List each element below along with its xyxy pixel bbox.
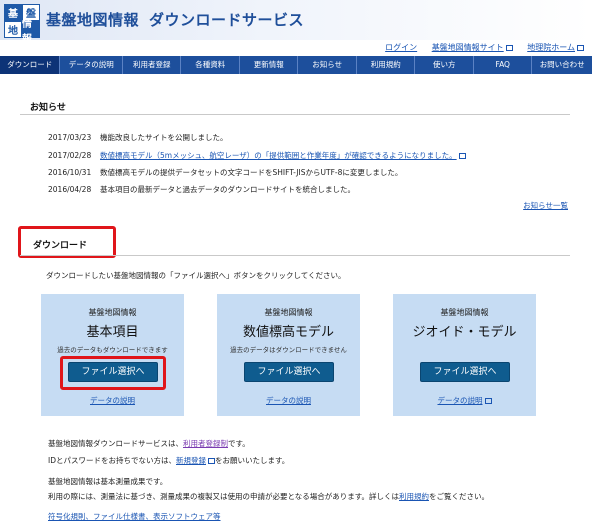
footer-text: をご覧ください。 [429,492,489,501]
external-link-icon [505,44,513,51]
download-heading: ダウンロード [33,241,88,251]
nav-notices[interactable]: お知らせ [298,56,357,74]
news-divider [20,114,570,115]
site-title-main: 基盤地図情報 [46,11,140,29]
card-basic-items: 基盤地図情報 基本項目 過去のデータもダウンロードできます ファイル選択へ デー… [41,294,184,416]
data-description-link[interactable]: データの説明 [41,395,184,406]
external-link-icon [577,44,584,51]
header-links: ログイン 基盤地図情報サイト 地理院ホーム [373,42,584,53]
news-date: 2016/04/28 [48,185,92,194]
external-link-icon [208,458,215,464]
card-name: 数値標高モデル [242,325,334,340]
news-item: 2017/03/23 機能改良したサイトを公開しました。 [48,132,228,143]
news-text: 基本項目の最新データと過去データのダウンロードサイトを統合しました。 [100,185,355,194]
nav-contact[interactable]: お問い合わせ [532,56,591,74]
news-text: 機能改良したサイトを公開しました。 [100,133,228,142]
external-link-icon [458,153,466,159]
news-item: 2016/04/28 基本項目の最新データと過去データのダウンロードサイトを統合し… [48,184,355,195]
kiban-site-link-label: 基盤地図情報サイト [431,43,504,52]
news-list-link[interactable]: お知らせ一覧 [523,200,568,211]
card-name: 基本項目 [86,325,139,340]
kiban-site-link[interactable]: 基盤地図情報サイト [432,43,513,52]
logo-char: 地 [4,21,22,38]
news-item: 2017/02/28 数値標高モデル（5mメッシュ、航空レーザ）の「提供範囲と作業… [48,150,466,161]
footer-text: IDとパスワードをお持ちでない方は、 [48,456,176,465]
card-note: 過去のデータはダウンロードできません [230,346,347,354]
nav-download[interactable]: ダウンロード [0,56,61,74]
terms-link[interactable]: 利用規約 [399,492,429,501]
download-divider [20,255,570,256]
nav-documents[interactable]: 各種資料 [181,56,240,74]
nav-user-registration[interactable]: 利用者登録 [123,56,182,74]
data-description-link[interactable]: データの説明 [217,395,360,406]
user-registration-link[interactable]: 利用者登録制 [183,439,228,448]
logo-char: 情報 [22,19,40,45]
file-select-button[interactable]: ファイル選択へ [420,362,510,382]
data-description-link[interactable]: データの説明 [393,395,536,406]
login-link[interactable]: ログイン [385,43,417,52]
site-title: 基盤地図情報 ダウンロードサービス [46,9,304,30]
nav-data-description[interactable]: データの説明 [60,56,123,74]
card-system: 基盤地図情報 [440,308,489,317]
footer-line-terms: 利用の際には、測量法に基づき、測量成果の複製又は使用の申請が必要となる場合があり… [48,491,489,502]
site-header: 基 盤 地 情報 基盤地図情報 ダウンロードサービス [0,0,592,45]
specification-link[interactable]: 符号化規則、ファイル仕様書、表示ソフトウェア等 [48,511,221,522]
news-item: 2016/10/31 数値標高モデルの提供データセットの文字コードをSHIFT-J… [48,167,402,178]
footer-text: です。 [228,439,250,448]
data-description-link-label: データの説明 [266,396,311,405]
site-logo[interactable]: 基 盤 地 情報 [4,4,40,45]
footer-text: 基盤地図情報ダウンロードサービスは、 [48,439,183,448]
news-heading: お知らせ [30,103,66,113]
footer-text: をお願いいたします。 [215,456,290,465]
nav-updates[interactable]: 更新情報 [240,56,299,74]
data-description-link-label: データの説明 [437,396,483,405]
card-note: 過去のデータもダウンロードできます [57,346,168,354]
card-system: 基盤地図情報 [264,308,313,317]
news-date: 2017/02/28 [48,151,92,160]
footer-line-registration: 基盤地図情報ダウンロードサービスは、利用者登録制です。 [48,438,250,449]
new-registration-link[interactable]: 新規登録 [176,456,206,465]
gsi-home-link[interactable]: 地理院ホーム [527,43,584,52]
news-link[interactable]: 数値標高モデル（5mメッシュ、航空レーザ）の「提供範囲と作業年度」が確認できるよ… [100,151,457,160]
nav-terms[interactable]: 利用規約 [357,56,416,74]
news-date: 2017/03/23 [48,133,92,142]
logo-char: 基 [4,4,22,21]
card-dem: 基盤地図情報 数値標高モデル 過去のデータはダウンロードできません ファイル選択… [217,294,360,416]
card-system: 基盤地図情報 [88,308,137,317]
site-title-sub: ダウンロードサービス [149,11,305,29]
download-intro: ダウンロードしたい基盤地図情報の「ファイル選択へ」ボタンをクリックしてください。 [46,271,346,280]
file-select-highlight [60,356,166,390]
main-nav: ダウンロード データの説明 利用者登録 各種資料 更新情報 お知らせ 利用規約 … [0,56,592,74]
file-select-button[interactable]: ファイル選択へ [244,362,334,382]
footer-text: 基盤地図情報は基本測量成果です。 [48,477,168,486]
news-date: 2016/10/31 [48,168,92,177]
footer-text: 利用の際には、測量法に基づき、測量成果の複製又は使用の申請が必要となる場合があり… [48,492,399,501]
external-link-icon [484,398,492,404]
footer-line-survey: 基盤地図情報は基本測量成果です。 [48,476,167,487]
data-description-link-label: データの説明 [90,396,135,405]
news-text: 数値標高モデルの提供データセットの文字コードをSHIFT-JISからUTF-8に… [100,168,403,177]
card-name: ジオイド・モデル [412,325,517,340]
footer-line-signup: IDとパスワードをお持ちでない方は、新規登録 をお願いいたします。 [48,455,289,466]
nav-faq[interactable]: FAQ [474,56,533,74]
card-geoid: 基盤地図情報 ジオイド・モデル ファイル選択へ データの説明 [393,294,536,416]
gsi-home-link-label: 地理院ホーム [527,43,575,52]
nav-usage[interactable]: 使い方 [415,56,474,74]
